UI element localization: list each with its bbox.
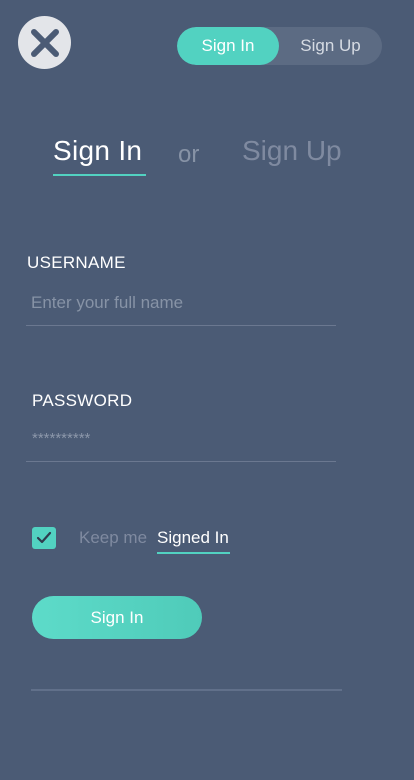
signed-in-underline [157, 552, 230, 554]
tab-signin-underline [53, 174, 146, 176]
keep-signed-in-checkbox[interactable] [32, 527, 56, 549]
username-label: USERNAME [27, 253, 126, 272]
close-button[interactable] [18, 16, 71, 69]
close-icon [30, 28, 59, 57]
segment-signup[interactable]: Sign Up [279, 27, 382, 65]
username-input[interactable] [31, 292, 331, 314]
signin-button[interactable]: Sign In [32, 596, 202, 639]
keep-me-label: Keep me [79, 528, 148, 547]
password-underline [26, 461, 336, 462]
auth-tabs: Sign In or Sign Up [0, 130, 414, 180]
check-icon [36, 531, 52, 544]
password-label: PASSWORD [32, 391, 133, 410]
tab-or-label: or [178, 141, 200, 168]
signed-in-label[interactable]: Signed In [157, 528, 229, 548]
username-underline [26, 325, 336, 326]
tab-signup[interactable]: Sign Up [242, 135, 342, 167]
segment-signin[interactable]: Sign In [177, 27, 279, 65]
bottom-divider [31, 689, 342, 691]
auth-segmented-control: Sign In Sign Up [177, 27, 382, 65]
password-input[interactable] [32, 428, 332, 448]
tab-signin[interactable]: Sign In [53, 135, 142, 167]
